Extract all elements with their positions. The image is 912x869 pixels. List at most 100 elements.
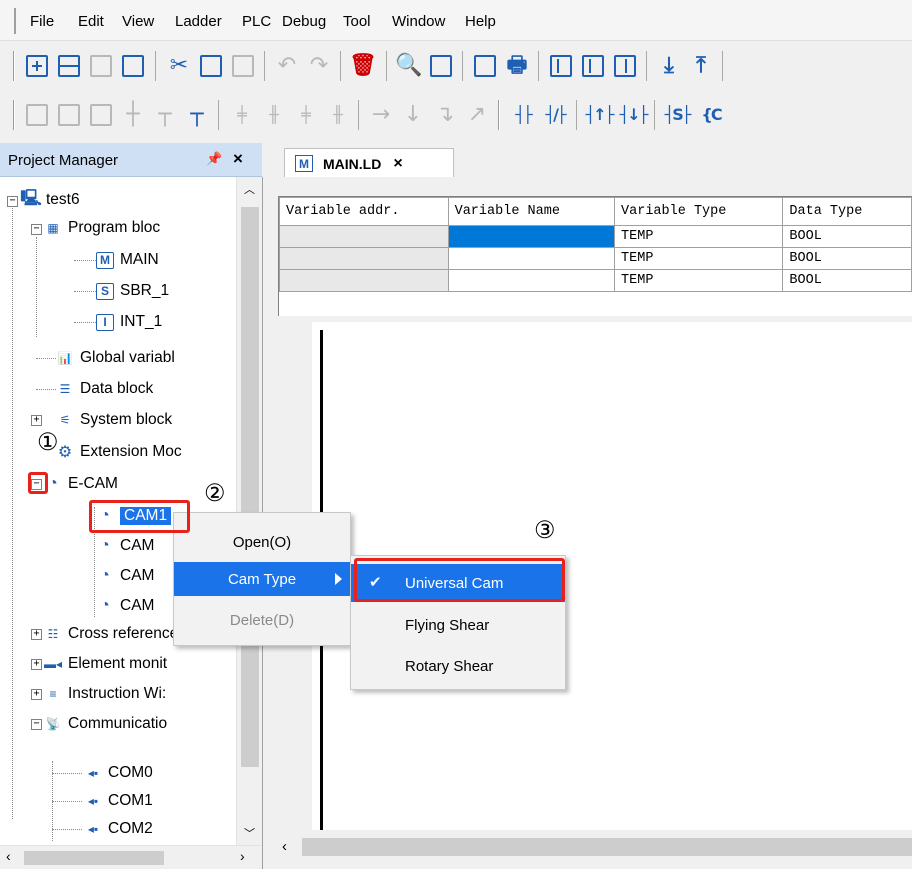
tree-node-com1[interactable]: ◂▪ COM1 [84,788,153,814]
tree-node-cam4[interactable]: ◔ CAM [96,593,154,619]
redo-icon[interactable]: ↷ [304,51,334,81]
falling-edge-icon[interactable]: ┤↓├ [618,100,649,130]
menu-plc[interactable]: PLC [242,13,271,30]
expand-toggle[interactable]: + [31,629,42,640]
column-header[interactable]: Variable Name [447,197,616,226]
no-contact-icon[interactable]: ┤├ [508,100,538,130]
save-all-icon[interactable] [118,51,148,81]
variable-name-cell[interactable] [447,269,616,292]
tree-node-system-block[interactable]: ⚟ System block [56,407,173,433]
menu-debug[interactable]: Debug [282,13,326,30]
find-icon[interactable]: 🔍 [394,51,424,81]
tree-node-program-block[interactable]: ▦ Program bloc [44,215,160,241]
tree-node-communication[interactable]: 📡 Communicatio [44,711,168,737]
tree-node-instruction-wizard[interactable]: ≡ Instruction Wi: [44,681,166,707]
menu-help[interactable]: Help [465,13,496,30]
close-tab-icon[interactable]: × [393,155,402,173]
arrow-up-icon[interactable]: ↗ [462,100,492,130]
cut-icon[interactable]: ✂ [164,51,194,81]
tree-node-data-block[interactable]: ☰ Data block [56,376,154,402]
tree-vertical-scrollbar[interactable]: ︿ ﹀ [236,177,262,845]
arrow-down-icon[interactable]: ↓ [398,100,428,130]
undo-icon[interactable]: ↶ [272,51,302,81]
variable-type-cell[interactable]: TEMP [614,225,784,248]
tree-node-global-variables[interactable]: 📊 Global variabl [56,345,175,371]
variable-name-cell[interactable] [447,225,616,248]
data-type-cell[interactable]: BOOL [782,269,912,292]
scroll-up-icon[interactable]: ︿ [244,181,255,197]
variable-addr-cell[interactable] [279,247,449,270]
tree-node-project[interactable]: 🖳 test6 [20,187,79,213]
tree-node-int[interactable]: I INT_1 [96,309,162,335]
delete-icon[interactable]: 🗑 [348,51,378,81]
close-panel-button[interactable]: × [233,149,243,169]
save-icon[interactable] [86,51,116,81]
scroll-thumb[interactable] [241,207,259,767]
horizontal-line-icon[interactable]: ┼ [118,100,148,130]
set-contact-icon[interactable]: ┤S├ [662,100,692,130]
variable-name-cell[interactable] [447,247,616,270]
menu-item-cam-type[interactable]: Cam Type [174,562,350,596]
view-layout-2-icon[interactable] [578,51,608,81]
variable-type-cell[interactable]: TEMP [614,269,784,292]
replace-icon[interactable] [426,51,456,81]
paste-icon[interactable] [228,51,258,81]
tree-node-com2[interactable]: ◂▪ COM2 [84,816,153,842]
menu-item-open[interactable]: Open(O) [174,525,350,559]
delete-col-icon[interactable]: ╫ [322,100,352,130]
menu-edit[interactable]: Edit [78,13,104,30]
vertical-line-icon[interactable]: ┬ [150,100,180,130]
data-type-cell[interactable]: BOOL [782,247,912,270]
menu-item-rotary-shear[interactable]: Rotary Shear [351,647,565,685]
insert-row-icon[interactable]: ╪ [226,100,256,130]
ladder-mode-icon[interactable] [22,100,52,130]
tree-node-sbr[interactable]: S SBR_1 [96,278,169,304]
editor-horizontal-scrollbar[interactable]: ‹ [272,830,912,869]
tree-node-element-monitor[interactable]: ▬◂ Element monit [44,651,167,677]
coil-icon[interactable]: {C [696,100,726,130]
download-icon[interactable]: ⤓ [654,51,684,81]
expand-toggle[interactable]: − [31,224,42,235]
menu-item-delete[interactable]: Delete(D) [174,603,350,637]
print-icon[interactable]: 🖶 [502,51,532,81]
insert-col-icon[interactable]: ╫ [258,100,288,130]
tree-node-extension-module[interactable]: ⚙ Extension Moc [56,439,182,465]
expand-toggle[interactable]: + [31,659,42,670]
scroll-thumb[interactable] [302,838,912,856]
tree-node-ecam[interactable]: ◔ E-CAM [44,471,118,497]
menu-file[interactable]: File [30,13,54,30]
menu-item-flying-shear[interactable]: Flying Shear [351,606,565,644]
expand-toggle[interactable]: + [31,689,42,700]
insert-box-icon[interactable] [86,100,116,130]
menu-window[interactable]: Window [392,13,445,30]
arrow-right-icon[interactable]: → [366,100,396,130]
view-layout-1-icon[interactable] [546,51,576,81]
insert-block-icon[interactable] [54,100,84,130]
menu-view[interactable]: View [122,13,154,30]
tree-node-com0[interactable]: ◂▪ COM0 [84,760,153,786]
data-type-cell[interactable]: BOOL [782,225,912,248]
variable-addr-cell[interactable] [279,225,449,248]
column-header[interactable]: Data Type [782,197,912,226]
scroll-thumb[interactable] [24,851,164,865]
expand-toggle[interactable]: − [7,196,18,207]
menu-ladder[interactable]: Ladder [175,13,222,30]
tree-node-cam3[interactable]: ◔ CAM [96,563,154,589]
column-header[interactable]: Variable addr. [279,197,449,226]
delete-row-icon[interactable]: ╪ [290,100,320,130]
column-header[interactable]: Variable Type [614,197,784,226]
open-project-icon[interactable] [54,51,84,81]
scroll-right-icon[interactable]: › [240,848,245,864]
expand-toggle[interactable]: + [31,415,42,426]
tree-node-cross-reference[interactable]: ☷ Cross reference [44,621,179,647]
vertical-down-icon[interactable]: ┬ [182,100,212,130]
new-project-icon[interactable] [22,51,52,81]
variable-type-cell[interactable]: TEMP [614,247,784,270]
tab-main-ld[interactable]: M MAIN.LD × [284,148,454,178]
tree-horizontal-scrollbar[interactable]: ‹ › [0,845,262,869]
menu-tool[interactable]: Tool [343,13,371,30]
copy-icon[interactable] [196,51,226,81]
upload-icon[interactable]: ⤒ [686,51,716,81]
arrow-right-down-icon[interactable]: ↴ [430,100,460,130]
expand-toggle[interactable]: − [31,719,42,730]
